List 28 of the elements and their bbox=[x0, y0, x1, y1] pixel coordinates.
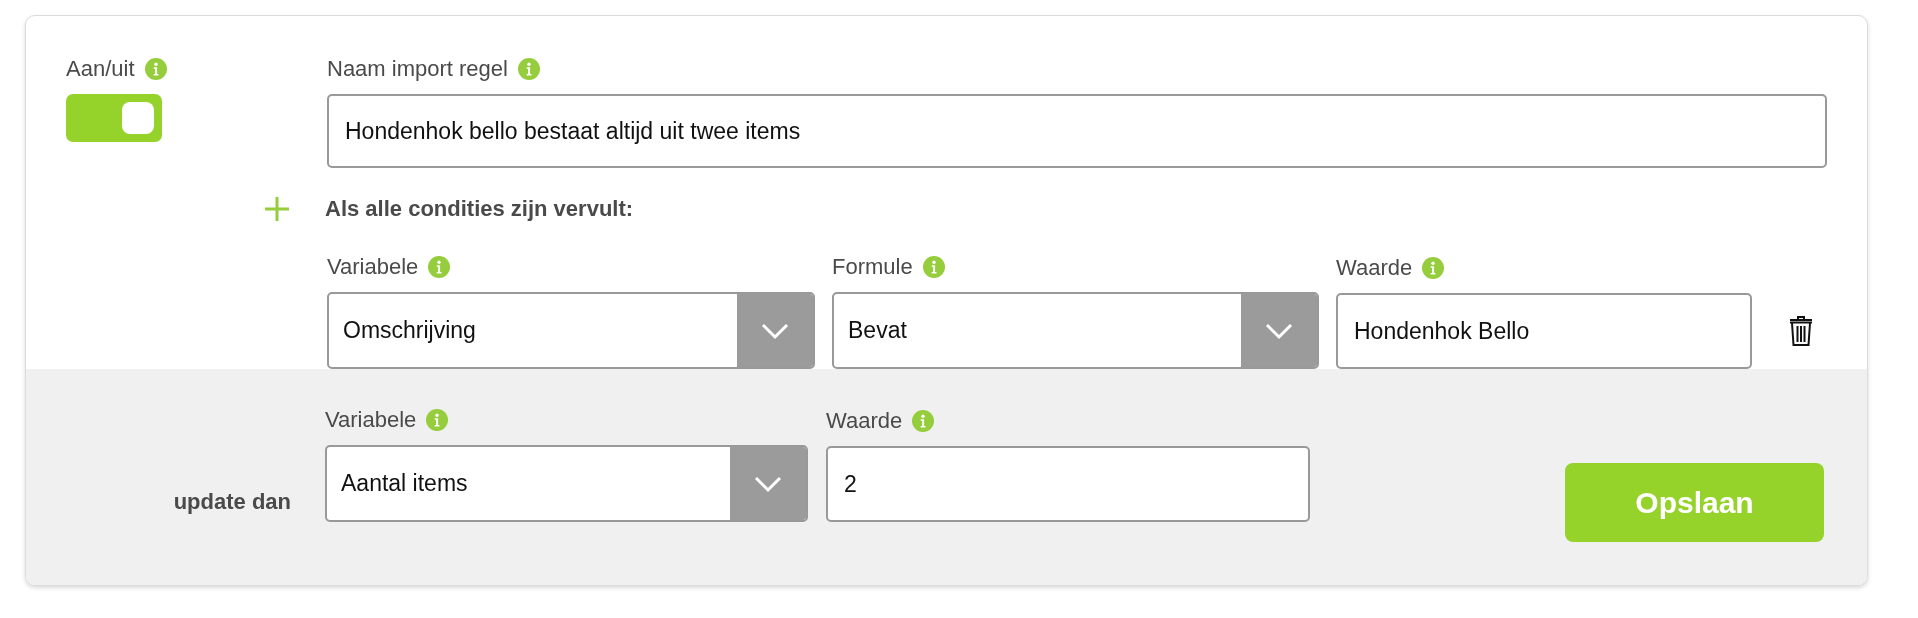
field-label: Waarde bbox=[1336, 255, 1413, 281]
trash-icon[interactable] bbox=[1789, 315, 1813, 347]
field-label: Formule bbox=[832, 254, 913, 280]
field-label: Variabele bbox=[325, 407, 417, 433]
toggle-label: Aan/uit bbox=[66, 56, 135, 82]
update-label: update dan bbox=[172, 489, 291, 515]
input-field[interactable]: 2 bbox=[826, 446, 1310, 522]
info-icon[interactable] bbox=[922, 256, 945, 278]
info-icon[interactable] bbox=[912, 410, 935, 432]
plus-icon[interactable] bbox=[265, 197, 289, 221]
chevron-down-icon bbox=[1241, 294, 1317, 367]
toggle-switch[interactable] bbox=[66, 94, 162, 142]
info-icon[interactable] bbox=[428, 256, 451, 278]
conditions-heading: Als alle condities zijn vervult: bbox=[325, 196, 634, 222]
chevron-down-icon bbox=[730, 447, 806, 520]
dropdown[interactable]: Aantal items bbox=[325, 445, 808, 522]
dropdown[interactable]: Omschrijving bbox=[327, 292, 815, 369]
input-field[interactable]: Hondenhok Bello bbox=[1336, 293, 1752, 369]
info-icon[interactable] bbox=[1422, 257, 1445, 279]
info-icon[interactable] bbox=[517, 58, 540, 80]
field-label: Waarde bbox=[826, 408, 903, 434]
input-field[interactable]: Hondenhok bello bestaat altijd uit twee items bbox=[327, 94, 1827, 168]
field-label: Variabele bbox=[327, 254, 419, 280]
dropdown[interactable]: Bevat bbox=[832, 292, 1319, 369]
info-icon[interactable] bbox=[426, 409, 449, 431]
info-icon[interactable] bbox=[144, 58, 167, 80]
chevron-down-icon bbox=[737, 294, 813, 367]
field-label: Naam import regel bbox=[327, 56, 508, 82]
